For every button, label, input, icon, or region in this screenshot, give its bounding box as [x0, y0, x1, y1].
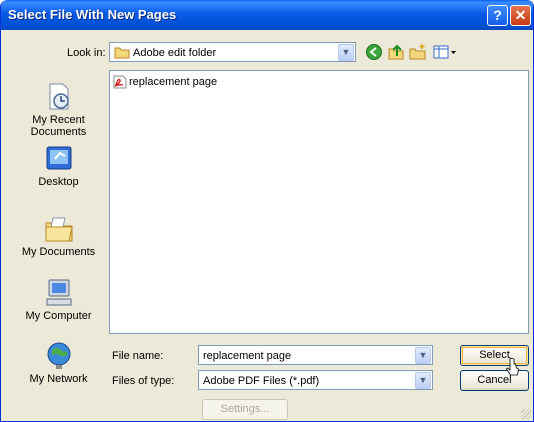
filename-value: replacement page	[203, 350, 292, 362]
place-label: My Recent Documents	[30, 114, 87, 138]
filetype-value: Adobe PDF Files (*.pdf)	[203, 375, 320, 387]
places-bar: My Recent Documents Desktop My Documents	[15, 69, 102, 391]
new-folder-icon[interactable]	[409, 43, 427, 61]
place-computer[interactable]: My Computer	[15, 277, 102, 322]
filetype-label: Files of type:	[112, 375, 175, 387]
list-item[interactable]: replacement page	[113, 75, 217, 89]
title-bar[interactable]: Select File With New Pages ? ✕	[1, 0, 533, 30]
views-menu-icon[interactable]	[433, 43, 457, 61]
place-documents[interactable]: My Documents	[15, 213, 102, 258]
lookin-value: Adobe edit folder	[133, 47, 217, 59]
place-label: Desktop	[38, 176, 79, 188]
file-list[interactable]: replacement page	[109, 70, 529, 334]
place-network[interactable]: My Network	[15, 340, 102, 385]
place-label: My Network	[29, 373, 88, 385]
window-title: Select File With New Pages	[8, 7, 177, 22]
close-button[interactable]: ✕	[510, 5, 531, 26]
settings-button[interactable]: Settings...	[202, 399, 288, 420]
filename-field[interactable]: replacement page ▼	[198, 345, 433, 365]
pdf-file-icon	[113, 75, 127, 89]
chevron-down-icon[interactable]: ▼	[415, 372, 431, 389]
file-dialog: Select File With New Pages ? ✕ Look in: …	[0, 0, 534, 422]
chevron-down-icon[interactable]: ▼	[415, 347, 431, 364]
mouse-cursor-icon	[506, 357, 519, 376]
my-documents-icon	[45, 217, 73, 242]
up-folder-icon[interactable]	[387, 43, 405, 61]
help-button[interactable]: ?	[487, 5, 508, 26]
my-network-icon	[47, 342, 70, 369]
my-computer-icon	[46, 279, 71, 306]
chevron-down-icon[interactable]: ▼	[338, 44, 354, 61]
resize-grip[interactable]	[521, 409, 531, 419]
desktop-icon	[46, 146, 71, 170]
lookin-label: Look in:	[67, 47, 106, 59]
recent-documents-icon	[49, 83, 69, 110]
lookin-dropdown[interactable]: Adobe edit folder ▼	[109, 42, 356, 62]
folder-icon	[114, 47, 130, 59]
place-label: My Documents	[21, 246, 96, 258]
filename-label: File name:	[112, 350, 164, 362]
place-label: My Computer	[25, 310, 92, 322]
file-name: replacement page	[129, 76, 218, 88]
place-desktop[interactable]: Desktop	[15, 143, 102, 188]
back-icon[interactable]	[365, 43, 383, 61]
filetype-dropdown[interactable]: Adobe PDF Files (*.pdf) ▼	[198, 370, 433, 390]
place-recent[interactable]: My Recent Documents	[15, 81, 102, 138]
